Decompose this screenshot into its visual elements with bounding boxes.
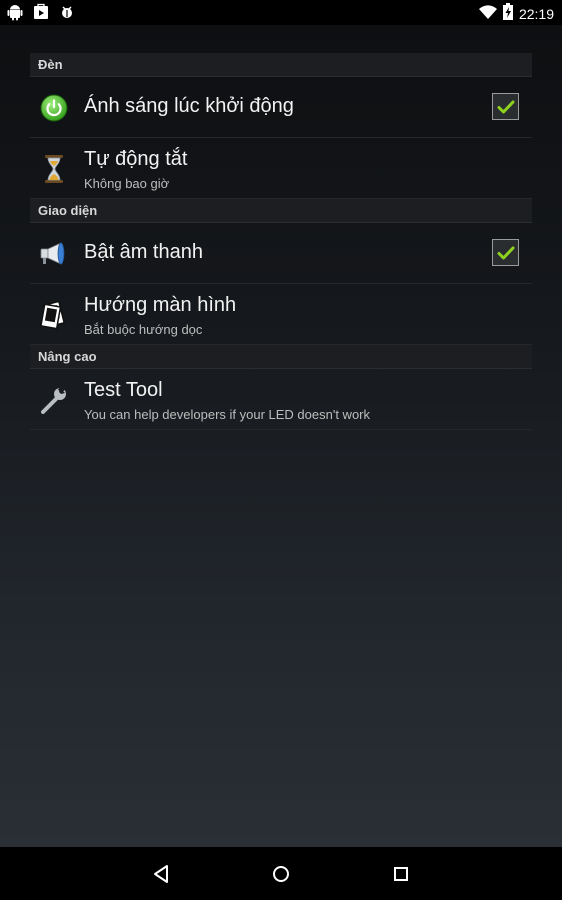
clock: 22:19 bbox=[518, 6, 554, 22]
home-icon[interactable] bbox=[268, 861, 294, 887]
check-mark-icon bbox=[497, 100, 514, 113]
section-header-den: Đèn bbox=[30, 53, 532, 77]
status-bar: 22:19 bbox=[0, 0, 562, 25]
pref-title: Bật âm thanh bbox=[84, 241, 203, 263]
pref-startup-light[interactable]: Ánh sáng lúc khởi động bbox=[30, 77, 532, 138]
wrench-icon bbox=[39, 385, 69, 415]
section-header-nang-cao: Nâng cao bbox=[30, 345, 532, 369]
section-header-giao-dien: Giao diện bbox=[30, 199, 532, 223]
android-debug-icon bbox=[58, 3, 76, 26]
settings-list: Đèn Ánh sáng lúc khởi động Tự động tắt K… bbox=[30, 53, 532, 430]
pref-title: Tự động tắt bbox=[84, 148, 188, 170]
pref-summary: You can help developers if your LED does… bbox=[84, 407, 371, 422]
pref-summary: Bắt buộc hướng dọc bbox=[84, 322, 203, 337]
power-icon bbox=[39, 93, 69, 123]
pref-title: Hướng màn hình bbox=[84, 294, 237, 316]
pref-sound[interactable]: Bật âm thanh bbox=[30, 223, 532, 284]
screen-rotation-icon bbox=[39, 300, 69, 330]
recents-icon[interactable] bbox=[388, 861, 414, 887]
pref-title: Test Tool bbox=[84, 379, 163, 401]
startup-light-checkbox[interactable] bbox=[492, 93, 519, 120]
android-icon bbox=[6, 3, 24, 26]
megaphone-icon bbox=[39, 239, 69, 269]
wifi-icon bbox=[478, 4, 497, 25]
hourglass-icon bbox=[39, 154, 69, 184]
play-store-icon bbox=[32, 3, 50, 26]
pref-title: Ánh sáng lúc khởi động bbox=[84, 95, 294, 117]
sound-checkbox[interactable] bbox=[492, 239, 519, 266]
pref-summary: Không bao giờ bbox=[84, 176, 170, 191]
battery-charging-icon bbox=[502, 3, 513, 25]
navigation-bar bbox=[0, 847, 562, 900]
pref-auto-off[interactable]: Tự động tắt Không bao giờ bbox=[30, 138, 532, 199]
pref-screen-orientation[interactable]: Hướng màn hình Bắt buộc hướng dọc bbox=[30, 284, 532, 345]
back-icon[interactable] bbox=[148, 861, 174, 887]
check-mark-icon bbox=[497, 246, 514, 259]
pref-test-tool[interactable]: Test Tool You can help developers if you… bbox=[30, 369, 532, 430]
